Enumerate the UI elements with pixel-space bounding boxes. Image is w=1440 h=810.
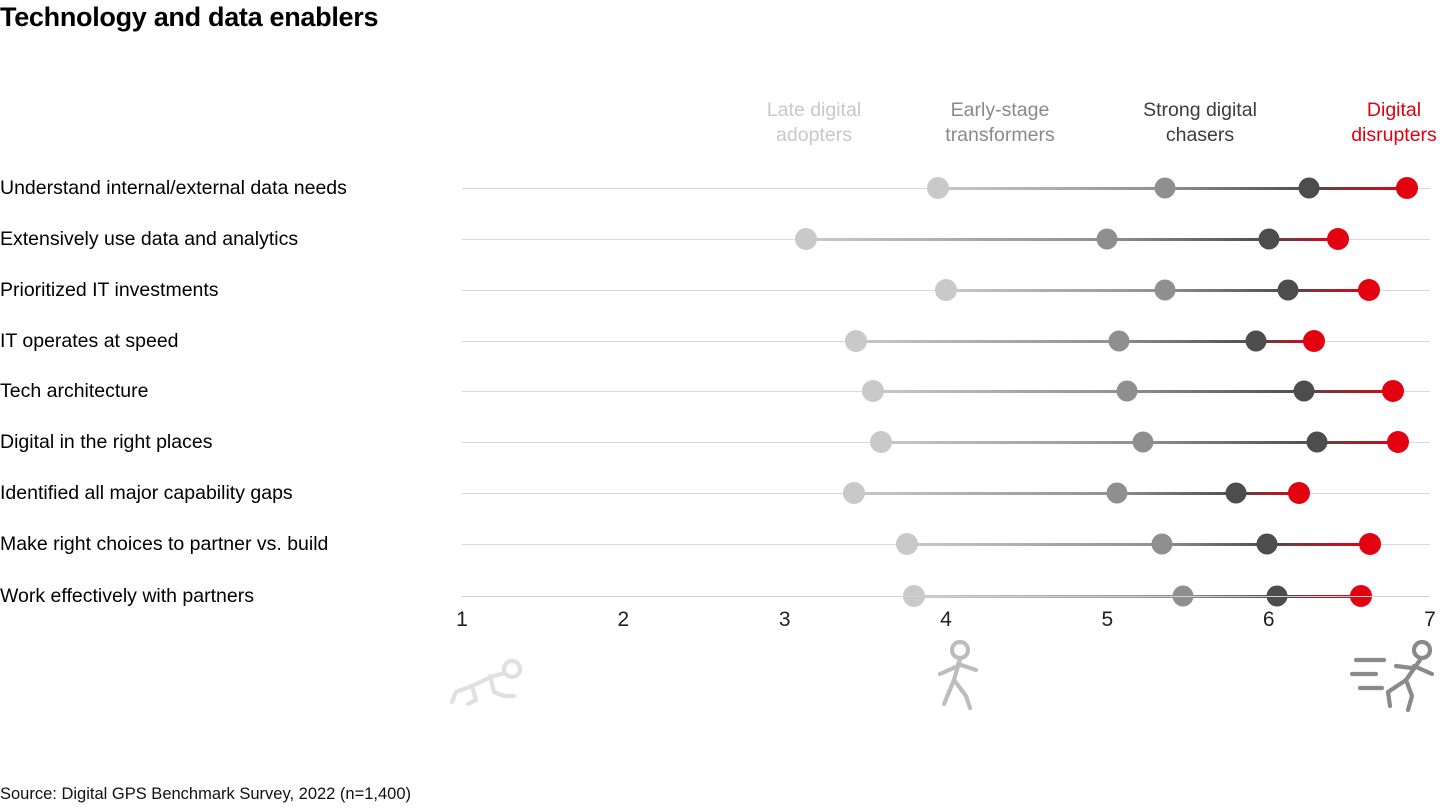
connector-segment (1317, 441, 1398, 444)
axis-tick-label-7: 7 (1424, 608, 1436, 631)
data-point-digital-disrupters (1381, 380, 1404, 402)
axis-tick-label-4: 4 (940, 608, 952, 631)
axis-tick-label-6: 6 (1262, 608, 1275, 631)
data-point-digital-disrupters (1302, 330, 1325, 352)
connector-segment (805, 238, 1108, 241)
data-point-early-stage-transformers (1151, 533, 1173, 555)
data-point-strong-digital-chasers (1306, 431, 1328, 453)
data-point-late-digital-adopters (870, 431, 893, 453)
data-point-early-stage-transformers (1154, 177, 1176, 199)
data-point-early-stage-transformers (1116, 380, 1138, 402)
data-point-strong-digital-chasers (1256, 533, 1278, 555)
connector-segment (1288, 289, 1369, 292)
connector-segment (1267, 543, 1371, 546)
connector-segment (1107, 238, 1269, 241)
connector-segment (946, 289, 1166, 292)
data-point-early-stage-transformers (1108, 330, 1130, 352)
connector-segment (855, 340, 1119, 343)
data-point-strong-digital-chasers (1258, 228, 1280, 250)
data-point-digital-disrupters (1327, 228, 1350, 250)
data-point-digital-disrupters (1288, 482, 1311, 504)
axis-tick-label-3: 3 (778, 608, 791, 631)
connector-segment (1165, 187, 1309, 190)
data-point-early-stage-transformers (1096, 228, 1118, 250)
crawling-figure-icon (442, 652, 532, 715)
data-point-late-digital-adopters (862, 380, 885, 402)
data-point-late-digital-adopters (794, 228, 817, 250)
source-note: Source: Digital GPS Benchmark Survey, 20… (0, 785, 412, 803)
connector-segment (1165, 289, 1289, 292)
connector-segment (1118, 340, 1256, 343)
data-point-early-stage-transformers (1132, 431, 1154, 453)
connector-segment (1162, 543, 1268, 546)
axis-tick-label-5: 5 (1101, 608, 1114, 631)
connector-segment (881, 441, 1143, 444)
data-point-digital-disrupters (1396, 177, 1419, 199)
connector-segment (854, 492, 1117, 495)
connector-segment (1142, 441, 1318, 444)
data-point-digital-disrupters (1357, 279, 1380, 301)
data-point-digital-disrupters (1359, 533, 1382, 555)
axis-baseline (462, 596, 1430, 597)
plot-area (0, 0, 1440, 810)
connector-segment (907, 543, 1163, 546)
data-point-late-digital-adopters (935, 279, 957, 301)
data-point-strong-digital-chasers (1293, 380, 1315, 402)
connector-segment (1304, 390, 1393, 393)
connector-segment (937, 187, 1166, 190)
connector-segment (1309, 187, 1408, 190)
walking-figure-icon (920, 639, 990, 717)
data-point-strong-digital-chasers (1245, 330, 1267, 352)
data-point-digital-disrupters (1386, 431, 1409, 453)
data-point-early-stage-transformers (1106, 482, 1128, 504)
data-point-late-digital-adopters (926, 177, 949, 199)
axis-tick-label-2: 2 (617, 608, 630, 631)
data-point-late-digital-adopters (844, 330, 867, 352)
data-point-early-stage-transformers (1154, 279, 1176, 301)
chart-container: Technology and data enablers Late digita… (0, 0, 1440, 810)
data-point-late-digital-adopters (896, 533, 919, 555)
data-point-strong-digital-chasers (1277, 279, 1299, 301)
data-point-strong-digital-chasers (1225, 482, 1247, 504)
running-figure-icon (1349, 639, 1440, 717)
axis-tick-label-1: 1 (456, 608, 468, 631)
data-point-strong-digital-chasers (1298, 177, 1320, 199)
connector-segment (1117, 492, 1237, 495)
data-point-late-digital-adopters (843, 482, 866, 504)
connector-segment (1126, 390, 1305, 393)
connector-segment (873, 390, 1127, 393)
